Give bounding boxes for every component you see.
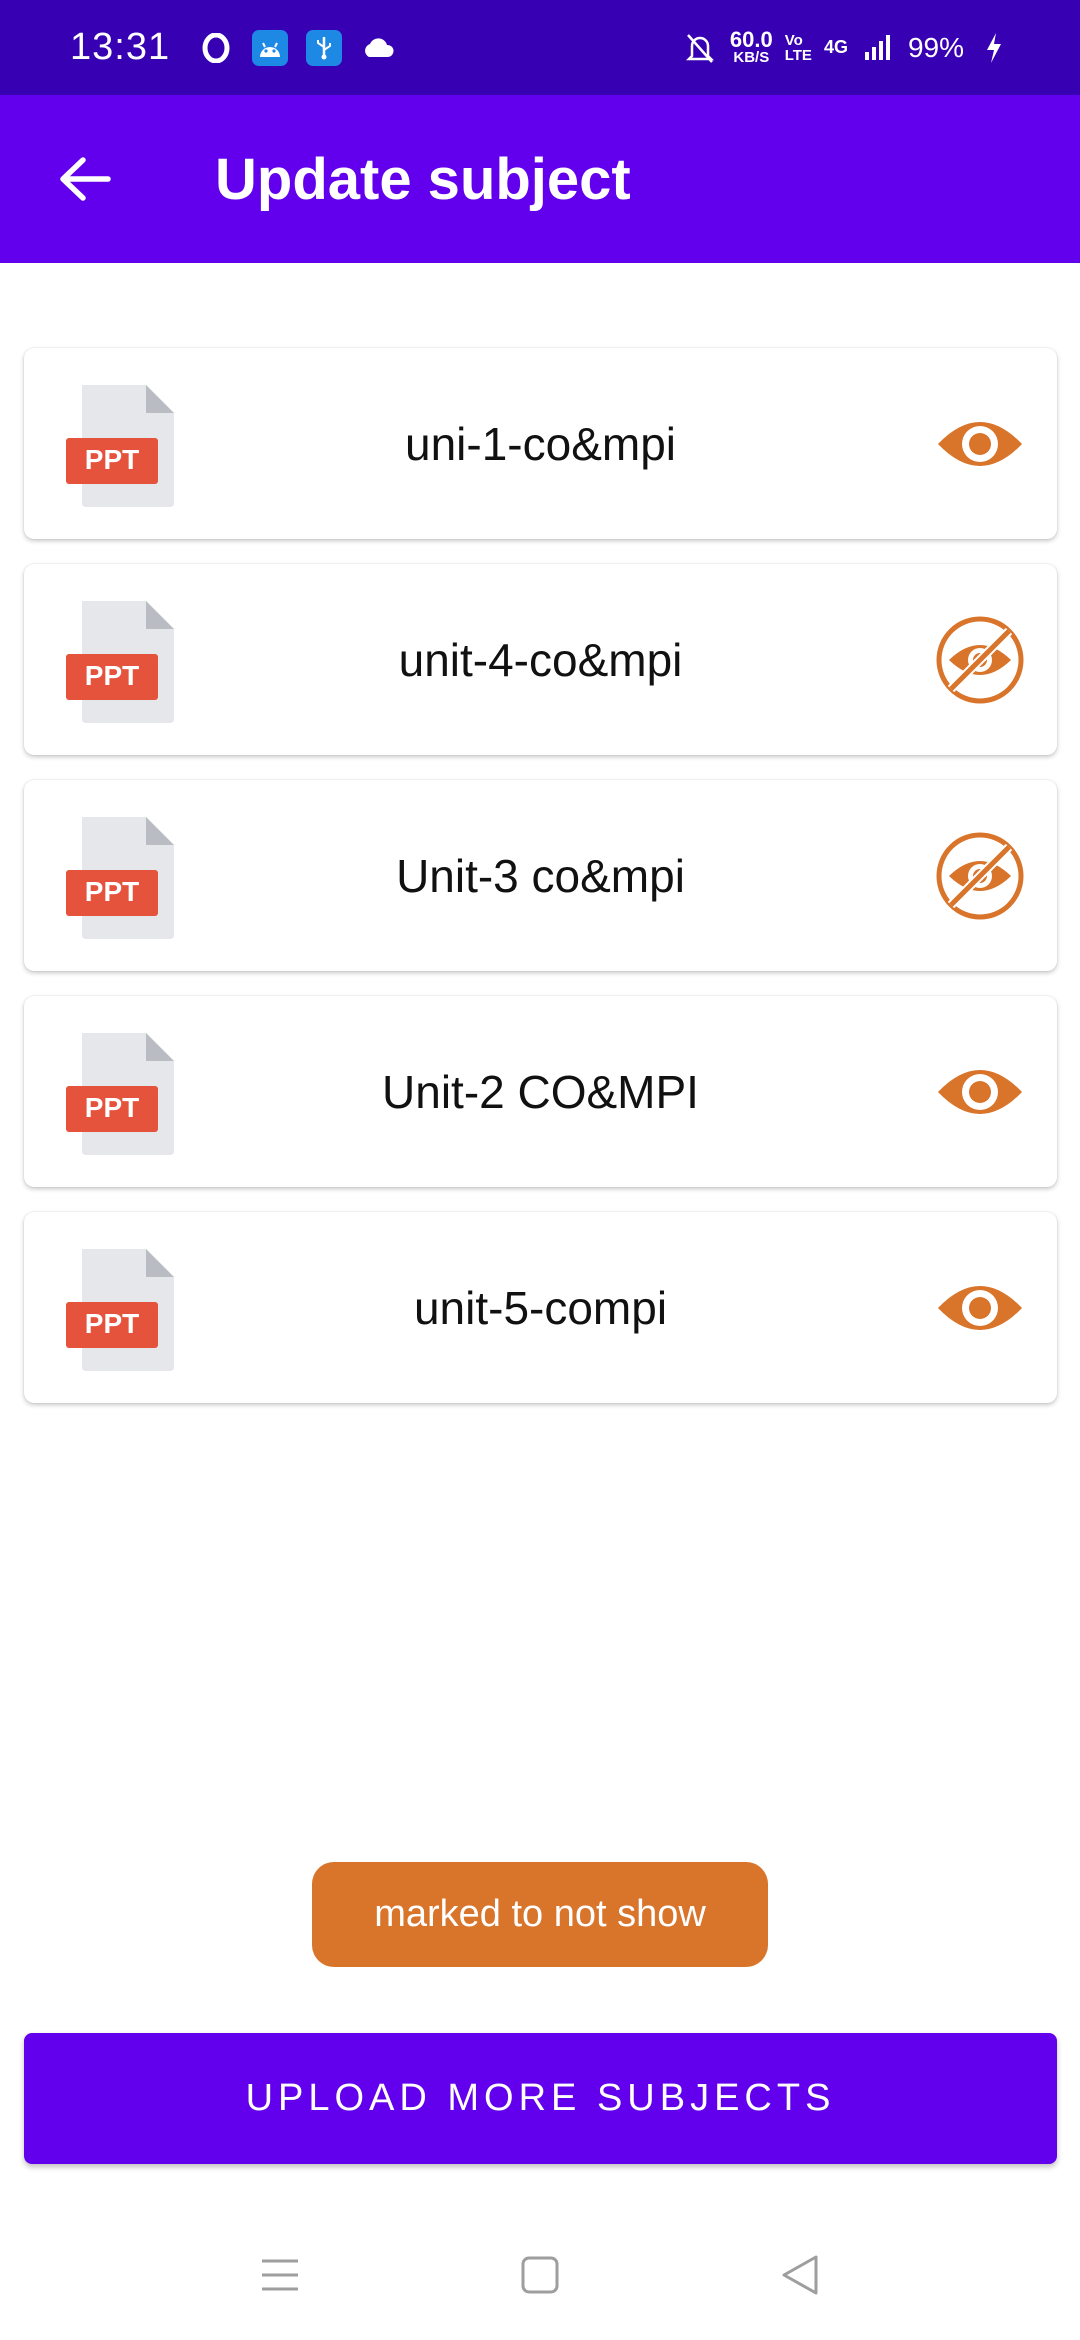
eye-icon	[938, 1285, 1022, 1330]
status-time: 13:31	[70, 26, 171, 68]
subject-card[interactable]: PPT Unit-3 co&mpi	[24, 780, 1057, 971]
subject-card[interactable]: PPT unit-5-compi	[24, 1212, 1057, 1403]
opera-icon	[198, 30, 234, 66]
visibility-toggle-button[interactable]	[935, 615, 1025, 705]
subject-card[interactable]: PPT uni-1-co&mpi	[24, 348, 1057, 539]
back-nav-button[interactable]	[770, 2245, 830, 2305]
status-bar: 13:31 60.0 KB/S Vo LTE 4G 99%	[0, 0, 1080, 95]
eye-icon	[938, 421, 1022, 466]
home-button[interactable]	[510, 2245, 570, 2305]
volte-top: Vo	[784, 31, 803, 49]
visibility-toggle-button[interactable]	[935, 1047, 1025, 1137]
toast-message: marked to not show	[312, 1862, 768, 1967]
android-icon	[252, 29, 289, 66]
recents-button[interactable]	[250, 2245, 310, 2305]
charging-icon	[976, 30, 1012, 66]
arrow-back-icon	[60, 157, 111, 201]
subject-card[interactable]: PPT unit-4-co&mpi	[24, 564, 1057, 755]
page-title: Update subject	[215, 146, 631, 212]
eye-off-icon	[936, 616, 1024, 703]
back-button[interactable]	[35, 129, 135, 229]
system-nav-bar	[0, 2210, 1080, 2340]
network-speed-unit: KB/S	[733, 48, 770, 66]
network-speed: 60.0 KB/S	[729, 26, 773, 66]
menu-icon	[262, 2259, 298, 2291]
network-speed-value: 60.0	[729, 26, 773, 52]
square-icon	[521, 2256, 559, 2294]
system-status-icons: 60.0 KB/S Vo LTE 4G 99%	[682, 26, 1012, 66]
subject-name: unit-5-compi	[413, 1281, 668, 1334]
subject-name: Unit-2 CO&MPI	[382, 1065, 699, 1118]
usb-icon	[306, 29, 343, 66]
visibility-toggle-button[interactable]	[935, 399, 1025, 489]
eye-icon	[938, 1069, 1022, 1114]
visibility-toggle-button[interactable]	[935, 831, 1025, 921]
eye-off-icon	[936, 832, 1024, 919]
triangle-back-icon	[782, 2255, 818, 2295]
subject-name: Unit-3 co&mpi	[396, 849, 685, 902]
network-type: 4G	[823, 37, 848, 57]
volte-indicator: Vo LTE	[785, 33, 812, 63]
app-bar: Update subject	[0, 95, 1080, 263]
subject-name: uni-1-co&mpi	[405, 417, 676, 470]
battery-percentage: 99%	[907, 31, 964, 63]
subject-name: unit-4-co&mpi	[398, 633, 683, 686]
bell-off-icon	[682, 30, 718, 66]
upload-more-subjects-button[interactable]: UPLOAD MORE SUBJECTS	[24, 2033, 1057, 2164]
subject-card[interactable]: PPT Unit-2 CO&MPI	[24, 996, 1057, 1187]
visibility-toggle-button[interactable]	[935, 1263, 1025, 1353]
notification-icons	[198, 29, 396, 66]
signal-icon	[860, 30, 896, 66]
cloud-icon	[360, 30, 396, 66]
volte-bottom: LTE	[784, 46, 812, 64]
subject-list: PPT uni-1-co&mpi PPT unit-4-co&mpi PPT U…	[24, 348, 1057, 1428]
